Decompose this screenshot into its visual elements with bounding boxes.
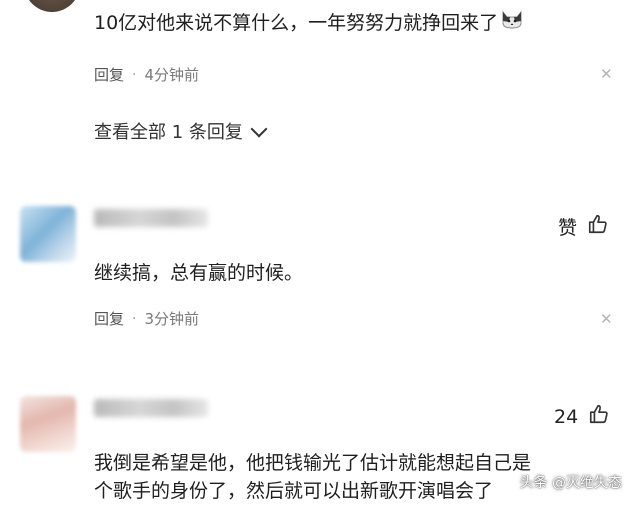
avatar[interactable] (20, 396, 76, 452)
comment-time: 4分钟前 (144, 66, 200, 84)
like-button[interactable]: 24 (554, 403, 610, 430)
comment-2-text: 继续搞，总有赢的时候。 (94, 262, 304, 284)
comment-1-meta: 回复 · 4分钟前 (94, 64, 199, 85)
comment-time: 3分钟前 (144, 310, 200, 328)
reply-button[interactable]: 回复 (94, 64, 124, 85)
watermark-text: 头条 @灭绝失态 (519, 475, 622, 491)
reply-button[interactable]: 回复 (94, 308, 124, 329)
cat-emoji-icon (500, 8, 524, 35)
comment-3-text-line-1: 我倒是希望是他，他把钱输光了估计就能想起自己是 (94, 452, 532, 474)
view-all-replies-link[interactable]: 查看全部 1 条回复 (94, 118, 268, 144)
close-icon[interactable]: ✕ (600, 310, 613, 328)
comment-2-meta: 回复 · 3分钟前 (94, 308, 199, 329)
username[interactable] (94, 399, 208, 417)
like-count: 24 (554, 405, 579, 428)
like-label: 赞 (558, 217, 578, 239)
comment-1-text-row: 10亿对他来说不算什么，一年努努力就挣回来了 (94, 8, 524, 35)
thumbs-up-icon (588, 403, 610, 430)
username[interactable] (94, 209, 208, 227)
like-button[interactable]: 赞 (558, 213, 609, 240)
comment-1-text: 10亿对他来说不算什么，一年努努力就挣回来了 (94, 12, 499, 34)
separator-dot: · (132, 310, 137, 327)
close-icon[interactable]: ✕ (600, 65, 613, 83)
comment-3-text-line-2: 个歌手的身份了，然后就可以出新歌开演唱会了 (94, 480, 494, 502)
separator-dot: · (132, 66, 137, 83)
chevron-down-icon (250, 120, 268, 137)
avatar[interactable] (20, 206, 76, 262)
view-all-replies-label: 查看全部 1 条回复 (94, 122, 243, 143)
avatar-previous[interactable] (24, 0, 80, 12)
thumbs-up-icon (587, 213, 609, 240)
watermark: 头条 @灭绝失态 (520, 472, 622, 492)
